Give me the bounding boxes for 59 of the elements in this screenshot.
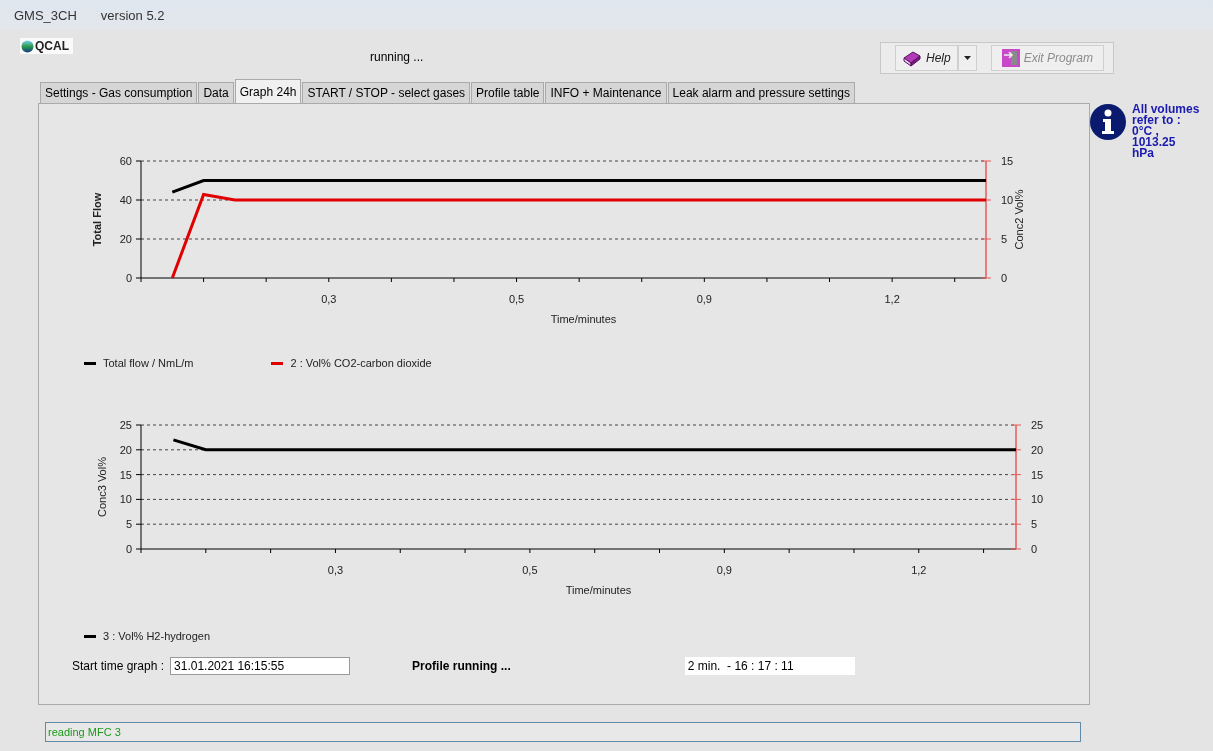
tick-label: 0 [125,543,132,555]
axis-title: Time/minutes [565,584,632,596]
axis-title: Time/minutes [550,313,617,325]
tick-label: 0,9 [696,293,712,305]
status-bar: reading MFC 3 [45,722,1081,742]
tick-label: 5 [1031,518,1038,531]
book-icon [902,49,922,67]
tick-label: 0 [125,272,132,284]
profile-status: Profile running ... [412,659,511,673]
tick-label: 10 [1031,493,1044,506]
tick-label: 40 [119,194,132,206]
qcal-logo: QCAL [20,38,73,54]
info-icon [1090,104,1126,140]
run-status: running ... [370,50,424,64]
tick-label: 0 [1031,543,1038,555]
tick-label: 5 [1001,233,1008,245]
tick-label: 15 [1001,155,1014,167]
tick-label: 5 [125,518,132,531]
tab[interactable]: INFO + Maintenance [545,82,667,103]
tick-label: 20 [1031,443,1044,456]
tab[interactable]: START / STOP - select gases [302,82,471,103]
tick-label: 0,5 [522,564,538,576]
tick-label: 0,3 [327,564,344,576]
tab[interactable]: Graph 24h [234,79,302,103]
globe-icon [21,39,34,53]
tick-label: 20 [119,443,132,456]
tick-label: 25 [1031,419,1044,431]
axis-title: Conc3 Vol% [96,457,108,517]
tick-label: 1,2 [911,564,927,576]
tick-label: 20 [119,233,132,245]
axis-title: Total Flow [91,192,103,247]
legend-label: 2 : Vol% CO2-carbon dioxide [290,357,432,369]
window-title: GMS_3CH [14,7,77,23]
caret-icon [963,56,971,60]
tick-label: 10 [1001,194,1014,206]
tick-label: 60 [119,155,132,167]
legend-label: Total flow / NmL/m [103,357,194,369]
tick-label: 25 [119,419,132,431]
tick-label: 10 [119,493,132,506]
start-time-label: Start time graph : [72,659,165,673]
tick-label: 15 [1031,468,1044,481]
start-time-field[interactable]: 31.01.2021 16:15:55 [170,657,351,675]
legend-label: 3 : Vol% H2-hydrogen [103,630,210,642]
elapsed-time-field: 2 min. - 16 : 17 : 11 [684,657,855,675]
volume-reference-note: All volumes refer to : 0°C , 1013.25 hPa [1132,104,1200,162]
tab[interactable]: Data [198,82,234,103]
axis-title: Conc2 Vol% [1013,189,1025,250]
tab[interactable]: Leak alarm and pressure settings [667,82,855,103]
tick-label: 0,3 [321,293,337,305]
help-button[interactable]: Help [895,45,958,71]
tick-label: 0,5 [508,293,525,305]
tick-label: 15 [119,468,132,481]
tab[interactable]: Profile table [471,82,545,103]
tick-label: 0 [1001,272,1008,284]
tab[interactable]: Settings - Gas consumption [40,82,198,103]
door-icon [1001,49,1020,67]
tick-label: 1,2 [884,293,900,305]
version-label: version 5.2 [100,7,165,23]
tick-label: 0,9 [716,564,732,576]
